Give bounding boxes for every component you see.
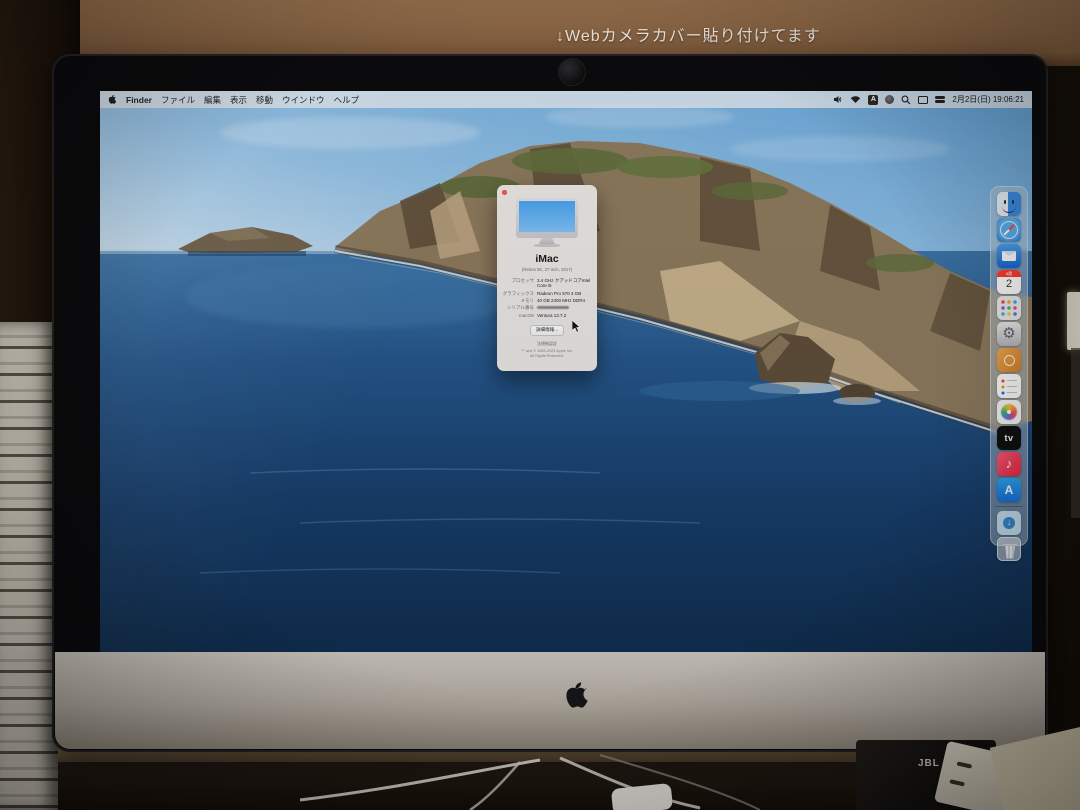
speaker-brand-label: JBL: [918, 758, 940, 769]
dock-icon-reminders[interactable]: [997, 374, 1021, 398]
spec-list: プロセッサ 3.4 GHz クアッドコアIntel Core i5 グラフィック…: [497, 278, 597, 319]
calendar-day-label: 2: [997, 277, 1021, 292]
spec-row-graphics: グラフィックス Radeon Pro 570 4 GB: [497, 291, 597, 297]
wifi-icon[interactable]: [850, 95, 861, 104]
imac-chin: [55, 652, 1045, 749]
spec-row-processor: プロセッサ 3.4 GHz クアッドコアIntel Core i5: [497, 278, 597, 290]
dock-icon-app-store[interactable]: A: [997, 478, 1021, 502]
spec-row-memory: メモリ 40 GB 2400 MHz DDR4: [497, 298, 597, 304]
menu-item-help[interactable]: ヘルプ: [334, 94, 360, 106]
about-this-mac-window: iMac (Retina 5K, 27-inch, 2017) プロセッサ 3.…: [497, 185, 597, 371]
ime-input-icon[interactable]: A: [868, 95, 878, 105]
imac-product-image: [516, 198, 578, 247]
menu-item-file[interactable]: ファイル: [161, 94, 195, 106]
dock-icon-system-settings[interactable]: ⚙: [997, 322, 1021, 346]
spec-row-serial: シリアル番号: [497, 305, 597, 311]
menu-item-window[interactable]: ウインドウ: [282, 94, 325, 106]
dock-icon-music[interactable]: ♪: [997, 452, 1021, 476]
about-footer: 法規制認証 ™ and © 1983-2023 Apple Inc. All R…: [497, 341, 597, 360]
apple-menu-icon[interactable]: [108, 94, 117, 105]
app-store-glyph: A: [1005, 483, 1014, 497]
gear-icon: ⚙: [1002, 325, 1015, 342]
window-close-button[interactable]: [502, 190, 507, 195]
webcam-cover: [558, 58, 586, 86]
menu-bar: Finder ファイル 編集 表示 移動 ウインドウ ヘルプ A: [100, 91, 1032, 108]
spotlight-icon[interactable]: [901, 95, 911, 105]
imac-screen: Finder ファイル 編集 表示 移動 ウインドウ ヘルプ A: [100, 91, 1032, 652]
music-note-icon: ♪: [1006, 456, 1013, 471]
spec-row-macos: macOS Ventura 13.7.2: [497, 313, 597, 319]
about-title: iMac: [497, 253, 597, 265]
outlet-slot: [949, 779, 965, 786]
copyright-line2: All Rights Reserved.: [497, 354, 597, 360]
menu-item-go[interactable]: 移動: [256, 94, 273, 106]
menu-bar-status-area: A 2月2日(日) 19:06:21: [833, 94, 1024, 105]
dock-icon-launchpad[interactable]: [997, 296, 1021, 320]
more-info-button[interactable]: 詳細情報...: [530, 325, 564, 337]
outlet-slot: [957, 761, 973, 768]
screen-mirroring-icon[interactable]: [918, 96, 928, 104]
dock-icon-finder[interactable]: [997, 192, 1021, 216]
dock-icon-calendar[interactable]: 2月 2: [997, 270, 1021, 294]
mouse-cursor: [572, 320, 581, 333]
dock-icon-trash[interactable]: [997, 537, 1021, 561]
serial-redacted-bar: [537, 306, 569, 310]
siri-icon[interactable]: [885, 95, 894, 104]
volume-icon[interactable]: [833, 95, 843, 104]
dock-icon-photos[interactable]: [997, 400, 1021, 424]
control-center-icon[interactable]: [935, 95, 945, 104]
menu-item-view[interactable]: 表示: [230, 94, 247, 106]
menu-item-finder[interactable]: Finder: [126, 95, 152, 105]
monitor-side-shadow: [1071, 348, 1080, 518]
menu-bar-clock[interactable]: 2月2日(日) 19:06:21: [952, 94, 1024, 105]
striped-cloth: [0, 322, 58, 810]
dock-icon-safari[interactable]: [997, 218, 1021, 242]
download-arrow-icon: ↓: [997, 511, 1021, 535]
dock-icon-books[interactable]: [997, 348, 1021, 372]
calendar-month-label: 2月: [997, 270, 1021, 277]
photo-of-imac-desk: ↓Webカメラカバー貼り付けてます: [0, 0, 1080, 810]
apple-logo: [564, 680, 590, 711]
dock: 2月 2 ⚙ tv ♪ A: [990, 186, 1028, 546]
dock-icon-downloads[interactable]: ↓: [997, 511, 1021, 535]
regulatory-link[interactable]: 法規制認証: [497, 341, 597, 347]
tv-label: tv: [1004, 433, 1013, 443]
wall-caption-text: ↓Webカメラカバー貼り付けてます: [556, 22, 821, 46]
imac-computer: Finder ファイル 編集 表示 移動 ウインドウ ヘルプ A: [52, 54, 1048, 752]
adjacent-monitor-edge: [1067, 292, 1080, 350]
catalina-island-wallpaper[interactable]: [100, 91, 1032, 652]
dock-icon-mail[interactable]: [997, 244, 1021, 268]
dock-icon-tv[interactable]: tv: [997, 426, 1021, 450]
menu-item-edit[interactable]: 編集: [204, 94, 221, 106]
about-subtitle: (Retina 5K, 27-inch, 2017): [497, 267, 597, 272]
dock-separator: [995, 506, 1023, 507]
